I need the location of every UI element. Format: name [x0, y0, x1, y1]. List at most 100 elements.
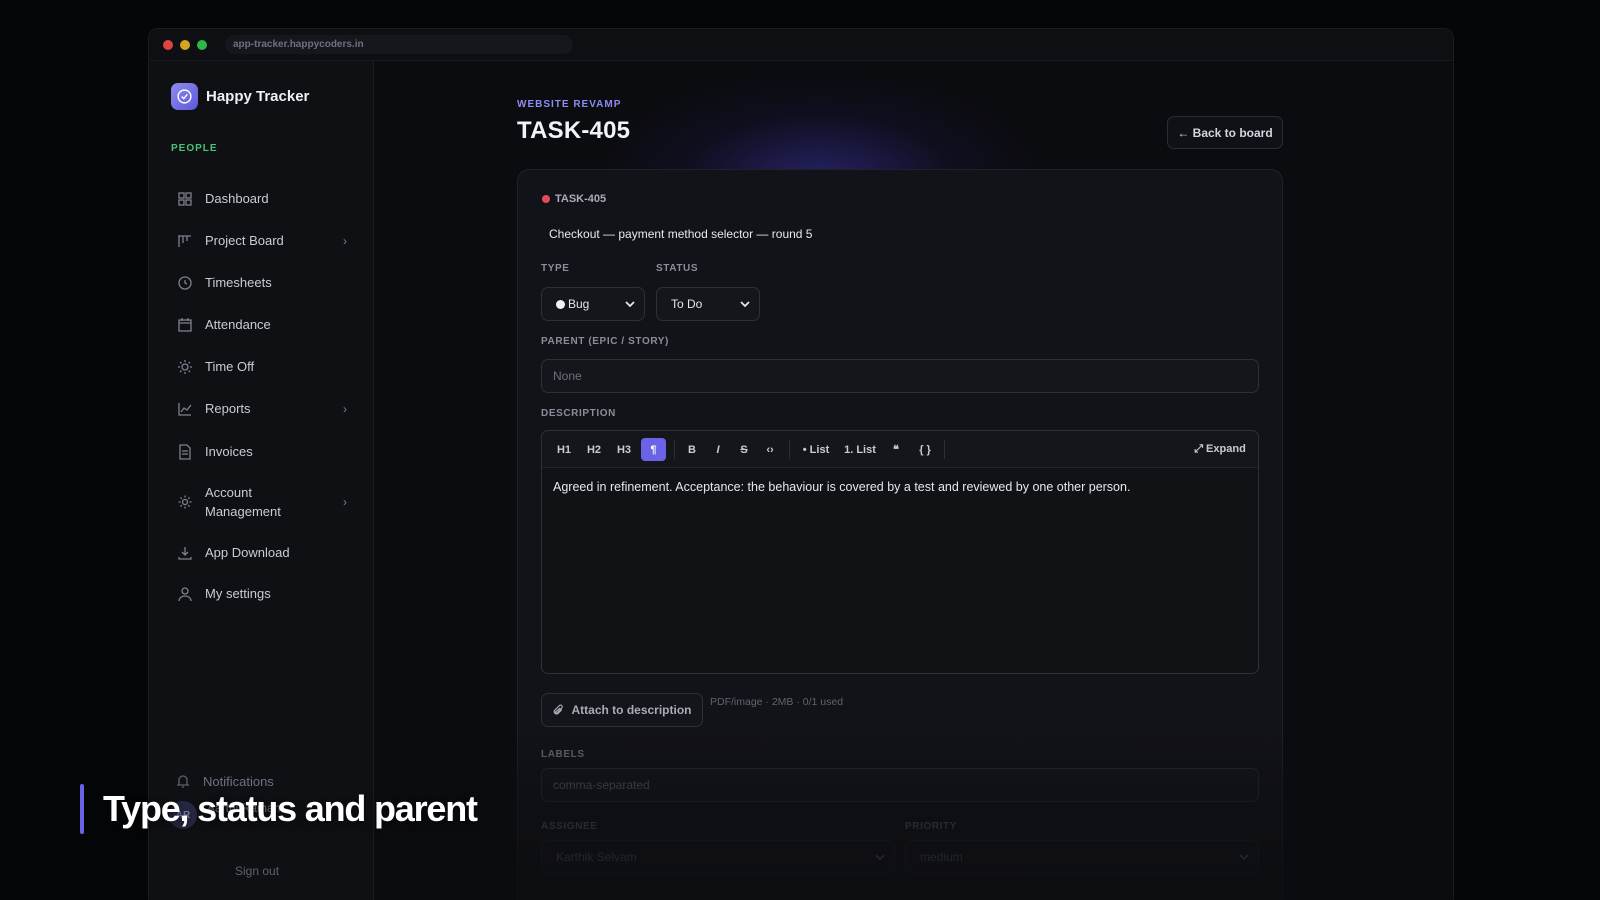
minimize-window-button[interactable] — [180, 40, 190, 50]
browser-window: app-tracker.happycoders.in Happy Tracker… — [148, 28, 1454, 900]
type-select[interactable]: Bug — [541, 287, 645, 321]
task-key-dot — [542, 195, 550, 203]
bold-button[interactable]: B — [680, 438, 704, 461]
strikethrough-button[interactable]: S — [732, 438, 756, 461]
video-caption: Type, status and parent — [103, 788, 478, 829]
sidebar-item-label: App Download — [205, 545, 290, 560]
maximize-window-button[interactable] — [197, 40, 207, 50]
expand-button[interactable]: ⤢ Expand — [1190, 438, 1250, 461]
priority-select[interactable]: medium — [905, 840, 1259, 874]
board-icon — [178, 234, 191, 247]
caption-accent-bar — [80, 784, 84, 834]
numbered-list-button[interactable]: 1. List — [840, 438, 880, 461]
brand[interactable]: Happy Tracker — [171, 83, 309, 110]
priority-label: PRIORITY — [905, 821, 958, 832]
sidebar-item-label: Timesheets — [205, 275, 272, 290]
task-key: TASK-405 — [542, 193, 606, 205]
parent-label: PARENT (EPIC / STORY) — [541, 336, 669, 347]
chevron-down-icon — [875, 854, 885, 861]
sidebar-item-account-management[interactable]: Account Management › — [177, 483, 347, 521]
description-editor: H1 H2 H3 ¶ B I S ‹› • List 1. List ❝ { }… — [541, 430, 1259, 674]
back-to-board-button[interactable]: ← Back to board — [1167, 116, 1283, 149]
breadcrumb[interactable]: WEBSITE REVAMP — [517, 99, 621, 110]
sidebar-item-invoices[interactable]: Invoices — [177, 442, 347, 461]
assignee-select[interactable]: Karthik Selvam — [541, 840, 895, 874]
sidebar-item-timesheets[interactable]: Timesheets — [177, 273, 347, 292]
close-window-button[interactable] — [163, 40, 173, 50]
attach-button-label: Attach to description — [571, 703, 692, 717]
sign-out-link[interactable]: Sign out — [235, 864, 279, 878]
task-card: TASK-405 Checkout — payment method selec… — [517, 169, 1283, 900]
toolbar-divider — [674, 440, 675, 459]
notifications-link[interactable]: Notifications — [175, 773, 274, 789]
bell-icon — [176, 775, 190, 788]
paperclip-icon — [554, 704, 564, 715]
sidebar-item-label: Dashboard — [205, 191, 269, 206]
sidebar-item-label: Reports — [205, 401, 251, 416]
gear-icon — [178, 495, 192, 509]
priority-value: medium — [920, 850, 963, 864]
status-select[interactable]: To Do — [656, 287, 760, 321]
clock-icon — [178, 275, 192, 290]
paragraph-button[interactable]: ¶ — [641, 438, 666, 461]
description-label: DESCRIPTION — [541, 408, 616, 419]
sidebar-item-my-settings[interactable]: My settings — [177, 584, 347, 603]
sidebar-item-time-off[interactable]: Time Off — [177, 357, 347, 376]
code-block-button[interactable]: { } — [912, 438, 938, 461]
chevron-right-icon: › — [343, 401, 347, 416]
type-dot-icon — [556, 299, 565, 309]
status-label: STATUS — [656, 263, 699, 274]
description-text[interactable]: Agreed in refinement. Acceptance: the be… — [553, 480, 1130, 494]
task-title[interactable]: Checkout — payment method selector — rou… — [549, 227, 812, 241]
brand-name: Happy Tracker — [206, 88, 310, 105]
type-value: Bug — [568, 297, 590, 311]
sun-icon — [178, 359, 192, 374]
grid-icon — [178, 191, 192, 206]
toolbar-divider — [944, 440, 945, 459]
sidebar-item-label: My settings — [205, 586, 271, 601]
brand-logo-icon — [171, 83, 198, 110]
attach-note: PDF/image · 2MB · 0/1 used — [710, 696, 844, 708]
labels-label: LABELS — [541, 749, 585, 760]
heading3-button[interactable]: H3 — [610, 438, 638, 461]
chevron-down-icon — [625, 301, 635, 308]
quote-button[interactable]: ❝ — [884, 438, 908, 461]
url-bar[interactable]: app-tracker.happycoders.in — [225, 35, 573, 54]
parent-input[interactable]: None — [541, 359, 1259, 393]
sidebar-item-project-board[interactable]: Project Board › — [177, 231, 347, 250]
italic-button[interactable]: I — [706, 438, 730, 461]
user-icon — [178, 586, 192, 601]
sidebar-item-dashboard[interactable]: Dashboard — [177, 189, 347, 208]
download-icon — [178, 546, 192, 560]
chevron-right-icon: › — [343, 495, 347, 509]
sidebar-item-label: Project Board — [205, 233, 284, 248]
attach-to-description-button[interactable]: Attach to description — [541, 693, 703, 727]
labels-input[interactable]: comma-separated — [541, 768, 1259, 802]
sidebar-item-attendance[interactable]: Attendance — [177, 315, 347, 334]
assignee-value: Karthik Selvam — [556, 850, 637, 864]
sidebar-item-app-download[interactable]: App Download — [177, 543, 347, 562]
sidebar-item-label: Invoices — [205, 444, 253, 459]
task-key-label: TASK-405 — [555, 193, 607, 205]
editor-toolbar: H1 H2 H3 ¶ B I S ‹› • List 1. List ❝ { }… — [542, 431, 1258, 468]
sidebar-item-reports[interactable]: Reports › — [177, 399, 347, 418]
sidebar-item-label: Time Off — [205, 359, 255, 374]
bullet-list-button[interactable]: • List — [796, 438, 836, 461]
assignee-label: ASSIGNEE — [541, 821, 598, 832]
heading1-button[interactable]: H1 — [550, 438, 578, 461]
inline-code-button[interactable]: ‹› — [758, 438, 782, 461]
chevron-right-icon: › — [343, 233, 347, 248]
chart-icon — [178, 402, 192, 416]
calendar-icon — [178, 317, 192, 332]
sidebar-item-label: Attendance — [205, 317, 271, 332]
notifications-label: Notifications — [203, 773, 274, 789]
heading2-button[interactable]: H2 — [580, 438, 608, 461]
brand-section: PEOPLE — [171, 143, 218, 154]
sidebar-item-label: Account Management — [205, 485, 281, 519]
type-label: TYPE — [541, 263, 570, 274]
toolbar-divider — [789, 440, 790, 459]
status-value: To Do — [671, 297, 703, 311]
title-bar: app-tracker.happycoders.in — [149, 29, 1453, 61]
chevron-down-icon — [1239, 854, 1249, 861]
document-icon — [179, 443, 191, 460]
